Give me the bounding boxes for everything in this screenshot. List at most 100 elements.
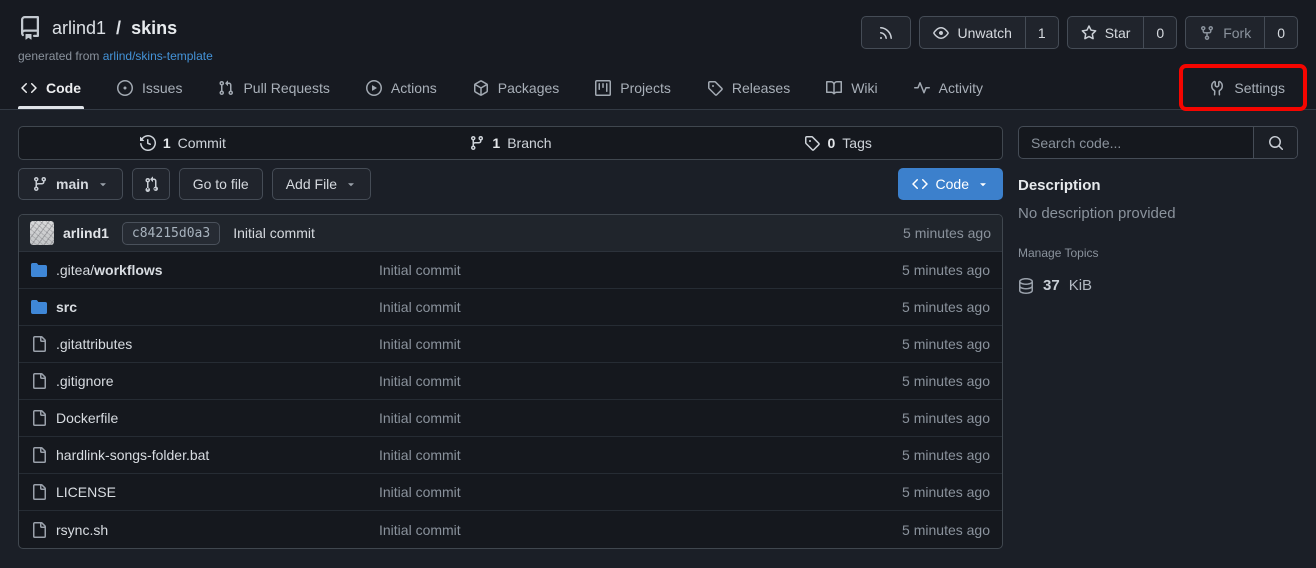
package-icon bbox=[473, 80, 489, 96]
file-commit-message[interactable]: Initial commit bbox=[379, 522, 902, 538]
code-search-box bbox=[1018, 126, 1298, 159]
repo-separator: / bbox=[116, 18, 121, 39]
fork-button[interactable]: Fork bbox=[1186, 17, 1264, 48]
tags-count: 0 bbox=[827, 135, 835, 151]
forks-count[interactable]: 0 bbox=[1264, 17, 1297, 48]
file-commit-message[interactable]: Initial commit bbox=[379, 410, 902, 426]
search-input[interactable] bbox=[1019, 127, 1253, 158]
file-icon bbox=[31, 410, 47, 426]
file-icon bbox=[31, 484, 47, 500]
table-row: Dockerfile Initial commit 5 minutes ago bbox=[19, 400, 1002, 437]
file-time: 5 minutes ago bbox=[902, 410, 990, 426]
tab-packages[interactable]: Packages bbox=[470, 71, 562, 109]
star-button[interactable]: Star bbox=[1068, 17, 1144, 48]
database-icon bbox=[1018, 278, 1034, 294]
commit-author-link[interactable]: arlind1 bbox=[63, 225, 109, 241]
file-link[interactable]: rsync.sh bbox=[56, 522, 108, 538]
chevron-down-icon bbox=[345, 178, 357, 190]
add-file-label: Add File bbox=[286, 176, 337, 192]
template-repo-link[interactable]: arlind/skins-template bbox=[103, 49, 213, 63]
tab-projects[interactable]: Projects bbox=[592, 71, 674, 109]
watchers-count[interactable]: 1 bbox=[1025, 17, 1058, 48]
tab-activity[interactable]: Activity bbox=[911, 71, 986, 109]
table-row: LICENSE Initial commit 5 minutes ago bbox=[19, 474, 1002, 511]
file-time: 5 minutes ago bbox=[902, 447, 990, 463]
settings-tab-wrap: Settings bbox=[1206, 71, 1298, 109]
description-heading: Description bbox=[1018, 177, 1298, 194]
book-open-icon bbox=[826, 80, 842, 96]
go-to-file-label: Go to file bbox=[193, 176, 249, 192]
commits-stat[interactable]: 1 Commit bbox=[19, 127, 347, 159]
file-link[interactable]: .gitignore bbox=[56, 373, 114, 389]
repo-name-link[interactable]: skins bbox=[131, 18, 177, 39]
repo-sidebar: Description No description provided Mana… bbox=[1018, 126, 1298, 549]
file-time: 5 minutes ago bbox=[902, 262, 990, 278]
tab-issues-label: Issues bbox=[142, 80, 182, 96]
file-icon bbox=[31, 336, 47, 352]
branches-stat[interactable]: 1 Branch bbox=[347, 127, 675, 159]
unwatch-button[interactable]: Unwatch bbox=[920, 17, 1024, 48]
tab-wiki[interactable]: Wiki bbox=[823, 71, 880, 109]
stars-count[interactable]: 0 bbox=[1143, 17, 1176, 48]
file-name: workflows bbox=[94, 262, 162, 278]
search-button[interactable] bbox=[1253, 127, 1297, 158]
tags-label: Tags bbox=[842, 135, 872, 151]
tab-actions[interactable]: Actions bbox=[363, 71, 440, 109]
file-commit-message[interactable]: Initial commit bbox=[379, 447, 902, 463]
git-branch-icon bbox=[32, 176, 48, 192]
file-commit-message[interactable]: Initial commit bbox=[379, 373, 902, 389]
repo-nav: Code Issues Pull Requests Actions Packag… bbox=[18, 71, 1298, 109]
rss-button[interactable] bbox=[862, 17, 910, 48]
file-link[interactable]: .gitea/workflows bbox=[56, 262, 163, 278]
tab-activity-label: Activity bbox=[939, 80, 983, 96]
file-commit-message[interactable]: Initial commit bbox=[379, 262, 902, 278]
issue-opened-icon bbox=[117, 80, 133, 96]
file-icon bbox=[31, 522, 47, 538]
file-commit-message[interactable]: Initial commit bbox=[379, 336, 902, 352]
tab-releases[interactable]: Releases bbox=[704, 71, 793, 109]
file-link[interactable]: Dockerfile bbox=[56, 410, 118, 426]
code-download-button[interactable]: Code bbox=[898, 168, 1003, 200]
folder-icon bbox=[31, 262, 47, 278]
file-time: 5 minutes ago bbox=[902, 484, 990, 500]
repo-content-column: 1 Commit 1 Branch 0 Tags main bbox=[18, 126, 1003, 549]
project-board-icon bbox=[595, 80, 611, 96]
go-to-file-button[interactable]: Go to file bbox=[179, 168, 263, 200]
file-link[interactable]: LICENSE bbox=[56, 484, 116, 500]
branch-selector[interactable]: main bbox=[18, 168, 123, 200]
file-link[interactable]: src bbox=[56, 299, 77, 315]
file-link[interactable]: .gitattributes bbox=[56, 336, 132, 352]
file-link[interactable]: hardlink-songs-folder.bat bbox=[56, 447, 209, 463]
tab-settings-label: Settings bbox=[1234, 80, 1285, 96]
tab-issues[interactable]: Issues bbox=[114, 71, 185, 109]
code-icon bbox=[912, 176, 928, 192]
repo-title: arlind1 / skins bbox=[18, 16, 213, 40]
repo-actions: Unwatch 1 Star 0 Fork 0 bbox=[861, 16, 1298, 49]
repo-header: arlind1 / skins generated from arlind/sk… bbox=[0, 0, 1316, 110]
repo-owner-link[interactable]: arlind1 bbox=[52, 18, 106, 39]
wrench-icon bbox=[1209, 80, 1225, 96]
folder-icon bbox=[31, 299, 47, 315]
tab-settings[interactable]: Settings bbox=[1206, 71, 1288, 109]
tags-stat[interactable]: 0 Tags bbox=[674, 127, 1002, 159]
play-circle-icon bbox=[366, 80, 382, 96]
chevron-down-icon bbox=[977, 178, 989, 190]
tab-code[interactable]: Code bbox=[18, 71, 84, 109]
file-name: Dockerfile bbox=[56, 410, 118, 426]
code-icon bbox=[21, 80, 37, 96]
file-commit-message[interactable]: Initial commit bbox=[379, 299, 902, 315]
add-file-button[interactable]: Add File bbox=[272, 168, 371, 200]
file-time: 5 minutes ago bbox=[902, 522, 990, 538]
compare-button[interactable] bbox=[132, 168, 170, 200]
avatar[interactable] bbox=[30, 221, 54, 245]
search-icon bbox=[1268, 135, 1284, 151]
file-commit-message[interactable]: Initial commit bbox=[379, 484, 902, 500]
tab-pull-requests[interactable]: Pull Requests bbox=[215, 71, 332, 109]
commit-message-link[interactable]: Initial commit bbox=[233, 225, 315, 241]
tab-projects-label: Projects bbox=[620, 80, 671, 96]
manage-topics-link[interactable]: Manage Topics bbox=[1018, 246, 1298, 260]
commit-hash-badge[interactable]: c84215d0a3 bbox=[122, 222, 220, 245]
current-branch: main bbox=[56, 176, 89, 192]
file-name: hardlink-songs-folder.bat bbox=[56, 447, 209, 463]
fork-label: Fork bbox=[1223, 25, 1251, 41]
